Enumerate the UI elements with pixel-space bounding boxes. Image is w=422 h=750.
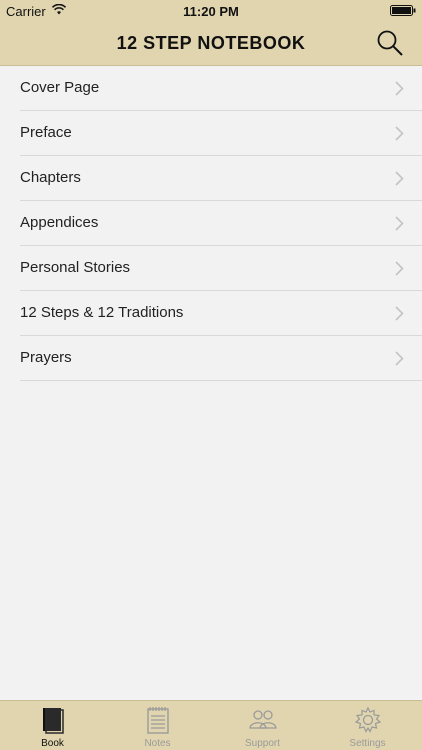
- tab-label: Book: [41, 738, 64, 749]
- list-item-prayers[interactable]: Prayers: [20, 336, 422, 381]
- list-item-preface[interactable]: Preface: [20, 111, 422, 156]
- list-item-label: Cover Page: [20, 79, 100, 96]
- chevron-right-icon: [395, 126, 404, 141]
- chevron-right-icon: [395, 261, 404, 276]
- chevron-right-icon: [395, 351, 404, 366]
- list-item-12-steps-traditions[interactable]: 12 Steps & 12 Traditions: [20, 291, 422, 336]
- battery-icon: [390, 5, 416, 16]
- tab-settings[interactable]: Settings: [315, 701, 420, 750]
- list-item-chapters[interactable]: Chapters: [20, 156, 422, 201]
- tab-bar: Book Notes Support Settings: [0, 700, 422, 750]
- tab-support[interactable]: Support: [210, 701, 315, 750]
- chevron-right-icon: [395, 81, 404, 96]
- status-time: 11:20 PM: [183, 4, 239, 19]
- gear-icon: [354, 706, 381, 733]
- people-icon: [248, 710, 277, 729]
- book-sections-list: Cover Page Preface Chapters Appendices P…: [0, 66, 422, 381]
- chevron-right-icon: [395, 306, 404, 321]
- status-bar: Carrier 11:20 PM: [0, 0, 422, 22]
- tab-label: Support: [244, 738, 281, 749]
- search-icon[interactable]: [376, 29, 404, 57]
- list-item-label: Prayers: [20, 349, 72, 366]
- list-item-label: 12 Steps & 12 Traditions: [20, 304, 184, 321]
- book-icon: [42, 708, 64, 734]
- chevron-right-icon: [395, 216, 404, 231]
- list-item-label: Chapters: [20, 169, 81, 186]
- list-item-personal-stories[interactable]: Personal Stories: [20, 246, 422, 291]
- tab-book[interactable]: Book: [0, 701, 105, 750]
- page-title: 12 STEP NOTEBOOK: [116, 33, 306, 53]
- list-item-label: Appendices: [20, 214, 99, 231]
- list-item-label: Preface: [20, 124, 72, 141]
- tab-label: Settings: [349, 738, 386, 749]
- list-item-appendices[interactable]: Appendices: [20, 201, 422, 246]
- chevron-right-icon: [395, 171, 404, 186]
- tab-label: Notes: [144, 738, 171, 749]
- list-item-cover-page[interactable]: Cover Page: [20, 66, 422, 111]
- notes-icon: [146, 707, 169, 734]
- navigation-bar: Carrier 11:20 PM 12 STEP NOTEBOOK: [0, 0, 422, 66]
- tab-notes[interactable]: Notes: [105, 701, 210, 750]
- list-item-label: Personal Stories: [20, 259, 131, 276]
